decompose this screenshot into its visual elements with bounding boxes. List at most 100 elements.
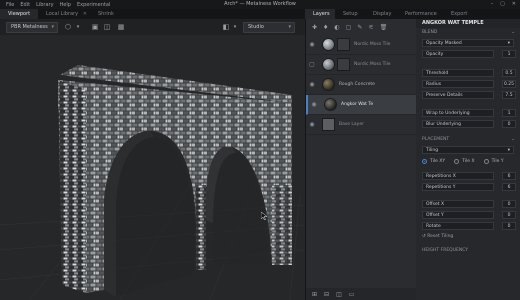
tile-x-radio[interactable] [454, 159, 460, 164]
placement-section-header[interactable]: PLACEMENT ⌄ [416, 135, 520, 144]
preserve-details-value[interactable]: 7.5 [502, 91, 516, 99]
layer-row[interactable]: ◉ Rough Concrete [306, 75, 416, 95]
offset-x-slider[interactable]: Offset X [422, 200, 494, 208]
height-frequency-section-header[interactable]: HEIGHT FREQUENCY [416, 246, 520, 255]
blur-underlying-row: Blur Underlying 0 [416, 119, 520, 129]
blur-underlying-value[interactable]: 0 [502, 120, 516, 128]
wrap-underlying-slider[interactable]: Wrap to Underlying [422, 109, 494, 117]
shading-icon[interactable]: ⬡ [64, 23, 72, 31]
layers-bottom-toolbar: ⊞ ⊟ ◫ ▭ [306, 288, 422, 300]
3d-viewport[interactable] [0, 35, 305, 300]
viewport-canvas [0, 65, 305, 300]
visibility-off-icon[interactable]: ▢ [306, 61, 318, 68]
close-icon[interactable]: ✕ [512, 1, 516, 7]
menu-bar: File Edit Library Help Experimental Arch… [0, 0, 520, 9]
tile-mode-radio-group: Tile XY Tile X Tile Y [416, 156, 520, 167]
radius-value[interactable]: 0.25 [502, 80, 516, 88]
material-mode-dropdown[interactable]: PBR Metalness ▾ [6, 22, 58, 33]
add-group-icon[interactable]: ⊟ [324, 291, 329, 298]
frame-icon[interactable]: ◧ [222, 23, 230, 31]
offset-y-row: Offset Y 0 [416, 210, 520, 220]
visibility-eye-icon[interactable]: ◉ [308, 101, 320, 108]
layer-name: Base Layer [339, 122, 364, 127]
layer-name: Rough Concrete [339, 82, 375, 87]
layer-row[interactable]: ▢ Nordic Moss Tile [306, 55, 416, 75]
repetitions-y-value[interactable]: 6 [502, 183, 516, 191]
environment-dropdown[interactable]: Studio ▾ [243, 22, 295, 33]
viewport-tab-bar: Viewport Local Library ✕ Shrink [0, 9, 305, 19]
layer-mask-thumbnail [337, 58, 350, 71]
maximize-icon[interactable]: ▢ [500, 1, 505, 7]
opacity-slider[interactable]: Opacity [422, 50, 494, 58]
offset-y-value[interactable]: 0 [502, 211, 516, 219]
tab-shrink[interactable]: Shrink [90, 9, 142, 19]
layer-name: Angkor Wat Te [341, 102, 374, 107]
trash-icon[interactable]: 🗑 [380, 24, 388, 31]
shading-menu-chevron-icon[interactable]: ▾ [74, 23, 82, 31]
blur-underlying-slider[interactable]: Blur Underlying [422, 120, 494, 128]
threshold-row: Threshold 0.5 [416, 68, 520, 78]
tab-layers[interactable]: Layers [305, 9, 335, 19]
wrap-underlying-value[interactable]: 1 [502, 109, 516, 117]
preserve-details-slider[interactable]: Preserve Details [422, 91, 494, 99]
wrap-underlying-row: Wrap to Underlying 1 [416, 108, 520, 118]
layer-thumbnail [322, 58, 335, 71]
rotate-slider[interactable]: Rotate [422, 222, 494, 230]
blend-section-header[interactable]: BLEND ⌄ [416, 28, 520, 37]
minimize-icon[interactable]: – [491, 1, 494, 7]
tab-export[interactable]: Export [443, 9, 473, 19]
layer-mask-thumbnail [337, 38, 350, 51]
layer-row[interactable]: ◉ Base Layer [306, 115, 416, 135]
arch-model [58, 65, 292, 297]
repetitions-x-value[interactable]: 6 [502, 172, 516, 180]
reset-tiling-button[interactable]: ↺ Reset Tiling [416, 232, 520, 242]
tab-setup[interactable]: Setup [335, 9, 365, 19]
visibility-eye-icon[interactable]: ◉ [306, 41, 318, 48]
threshold-value[interactable]: 0.5 [502, 69, 516, 77]
grid-view-icon[interactable]: ▦ [117, 23, 125, 31]
square-icon[interactable]: ▢ [346, 24, 352, 31]
opacity-value[interactable]: 1 [502, 50, 516, 58]
layer-row[interactable]: ◉ Nordic Moss Tile [306, 35, 416, 55]
folder-icon[interactable]: ▭ [349, 291, 355, 298]
tab-display[interactable]: Display [365, 9, 397, 19]
tile-xy-radio[interactable] [422, 159, 427, 164]
layer-row-selected[interactable]: ◉ Angkor Wat Te [306, 95, 416, 115]
layers-toolbar: ✚ ♦ ◐ ▢ ✎ ⚟ 🗑 [306, 19, 416, 35]
rotate-value[interactable]: 0 [502, 222, 516, 230]
tile-y-radio[interactable] [483, 159, 489, 164]
tab-local-library[interactable]: Local Library ✕ [38, 9, 90, 19]
opacity-row: Opacity 1 [416, 49, 520, 59]
single-view-icon[interactable]: ▣ [91, 23, 99, 31]
mouse-cursor-icon [261, 212, 267, 220]
filter-icon[interactable]: ⚟ [368, 24, 373, 31]
paint-drop-icon[interactable]: ♦ [323, 24, 328, 31]
brush-icon[interactable]: ✎ [357, 24, 362, 31]
preserve-details-row: Preserve Details 7.5 [416, 90, 520, 100]
fill-layer-icon[interactable]: ✚ [312, 24, 317, 31]
threshold-slider[interactable]: Threshold [422, 69, 494, 77]
add-layer-icon[interactable]: ⊞ [312, 291, 317, 298]
tab-viewport[interactable]: Viewport [0, 9, 38, 19]
layer-thumbnail [322, 78, 335, 91]
layer-thumbnail [324, 98, 337, 111]
tab-performance[interactable]: Performance [397, 9, 443, 19]
visibility-eye-icon[interactable]: ◉ [306, 81, 318, 88]
blend-mode-dropdown[interactable]: Opacity Masked ▾ [422, 39, 514, 47]
repetitions-x-slider[interactable]: Repetitions X [422, 172, 494, 180]
tiling-mode-dropdown[interactable]: Tiling ▾ [422, 146, 514, 154]
add-mask-icon[interactable]: ◫ [336, 291, 342, 298]
offset-x-value[interactable]: 0 [502, 200, 516, 208]
split-view-icon[interactable]: ◫ [103, 23, 111, 31]
chevron-down-icon: ▾ [507, 148, 510, 153]
frame-menu-chevron-icon[interactable]: ▾ [231, 23, 239, 31]
mask-icon[interactable]: ◐ [334, 24, 339, 31]
offset-y-slider[interactable]: Offset Y [422, 211, 494, 219]
visibility-eye-icon[interactable]: ◉ [306, 121, 318, 128]
radius-slider[interactable]: Radius [422, 80, 494, 88]
repetitions-y-row: Repetitions Y 6 [416, 182, 520, 192]
repetitions-y-slider[interactable]: Repetitions Y [422, 183, 494, 191]
app-window: File Edit Library Help Experimental Arch… [0, 0, 520, 300]
chevron-down-icon: ▾ [507, 41, 510, 46]
close-tab-icon[interactable]: ✕ [83, 9, 87, 19]
